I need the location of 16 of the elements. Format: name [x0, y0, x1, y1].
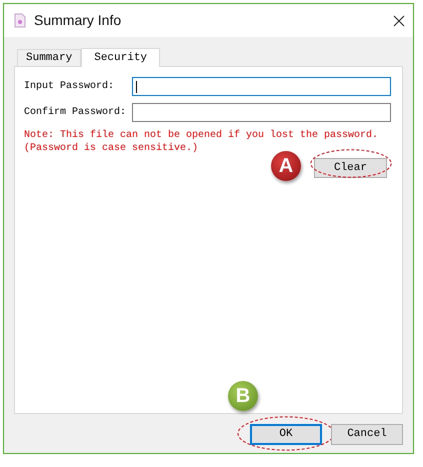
- window-title: Summary Info: [34, 11, 122, 30]
- warning-note: (Password is case sensitive.): [24, 142, 200, 155]
- field-label: Input Password:: [24, 80, 116, 94]
- document-icon: [14, 13, 26, 28]
- tab[interactable]: Summary: [17, 49, 82, 66]
- close-icon[interactable]: [393, 14, 405, 26]
- field-label: Confirm Password:: [24, 106, 128, 120]
- ok-button[interactable]: OK: [250, 424, 322, 445]
- tab[interactable]: Security: [81, 48, 160, 67]
- password-field[interactable]: [132, 103, 391, 122]
- marker-badge: A: [271, 151, 301, 181]
- clear-button[interactable]: Clear: [314, 158, 387, 178]
- cancel-button[interactable]: Cancel: [331, 424, 403, 445]
- text-cursor: [136, 80, 137, 92]
- password-field[interactable]: [132, 77, 391, 96]
- warning-note: Note: This file can not be opened if you lost the password.: [24, 129, 380, 142]
